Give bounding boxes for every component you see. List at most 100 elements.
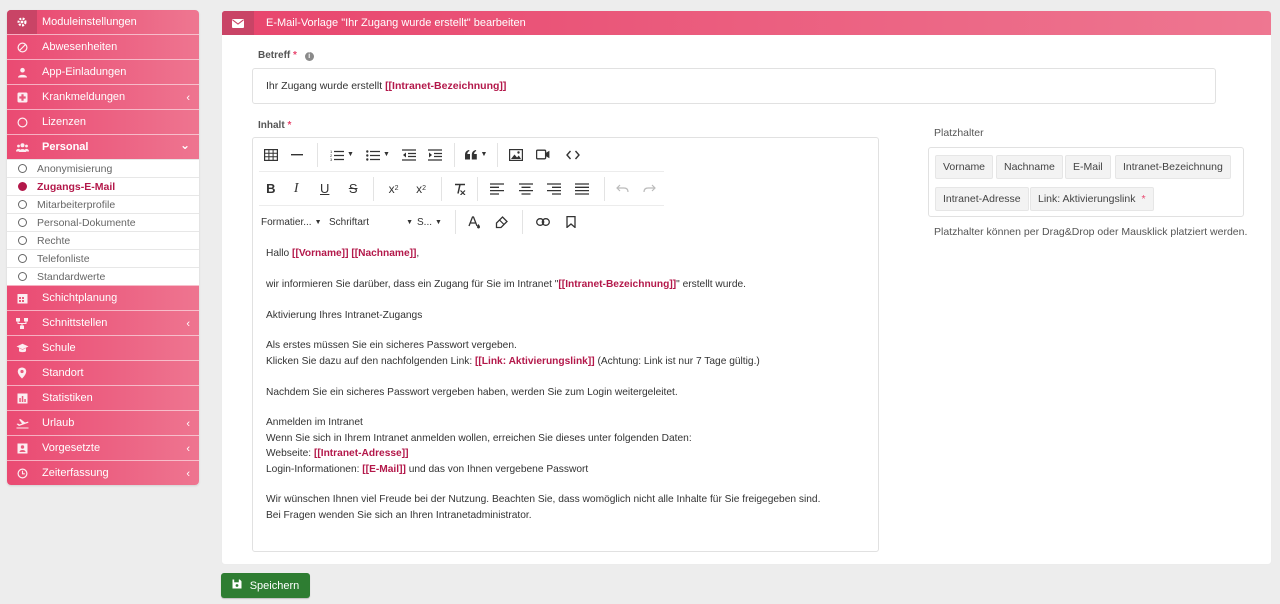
sidebar-item-label: Schule [42,342,76,354]
sidebar-item-label: Zeiterfassung [42,467,109,479]
source-code-icon[interactable] [558,143,588,167]
link-icon[interactable] [529,210,557,234]
superscript-icon[interactable]: x2 [407,177,434,201]
italic-icon[interactable]: I [283,177,310,201]
content-label: Inhalt * [258,120,291,131]
sidebar-item-personal[interactable]: Personal ⌄ [7,134,199,159]
sidebar-header-label: Moduleinstellungen [42,16,137,28]
font-dropdown[interactable]: Schriftart ▼ [325,210,417,234]
sidebar-item-schnittstellen[interactable]: Schnittstellen ‹ [7,310,199,335]
sidebar-item-label: Schnittstellen [42,317,108,329]
user-icon [7,67,37,78]
sidebar-subitem-label: Telefonliste [37,252,90,265]
format-dropdown[interactable]: Formatier... ▼ [259,210,325,234]
placeholder-chip-link-aktivierungslink[interactable]: Link: Aktivierungslink * [1030,187,1154,211]
chevron-left-icon: ‹ [186,443,190,455]
chevron-left-icon: ‹ [186,418,190,430]
text-color-icon[interactable] [462,210,486,234]
highlight-icon[interactable] [486,210,516,234]
chevron-left-icon: ‹ [186,318,190,330]
plane-icon [7,418,37,429]
indent-icon[interactable] [422,143,448,167]
rich-text-editor[interactable]: 123 ▼ ▼ ▼ B I U S x 2 x 2 Formatier... ▼… [252,137,879,552]
graduation-icon [7,343,37,354]
sidebar-subitem-rechte[interactable]: Rechte [7,231,199,249]
image-icon[interactable] [504,143,528,167]
horizontal-line-icon[interactable] [283,143,311,167]
sidebar-item-abwesenheiten[interactable]: Abwesenheiten [7,34,199,59]
numbered-list-icon[interactable]: 123 ▼ [324,143,360,167]
bold-icon[interactable]: B [259,177,283,201]
sidebar-item-statistiken[interactable]: Statistiken [7,385,199,410]
placeholder-chip-intranet-bezeichnung[interactable]: Intranet-Bezeichnung [1115,155,1231,179]
clear-format-icon[interactable] [448,177,472,201]
video-icon[interactable] [528,143,558,167]
placeholders-title: Platzhalter [934,127,984,139]
subject-label-text: Betreff [258,50,291,61]
info-icon[interactable]: i [304,52,314,61]
subject-input[interactable]: Ihr Zugang wurde erstellt [[Intranet-Bez… [252,68,1216,104]
radio-circle-icon [18,164,27,173]
placeholder-chip-intranet-adresse[interactable]: Intranet-Adresse [935,187,1029,211]
chart-icon [7,393,37,404]
sidebar-item-schule[interactable]: Schule [7,335,199,360]
font-size-dropdown-label: S... [417,216,433,228]
panel-title: E-Mail-Vorlage "Ihr Zugang wurde erstell… [266,17,526,29]
outdent-icon[interactable] [396,143,422,167]
sidebar-item-app-einladungen[interactable]: App-Einladungen [7,59,199,84]
sidebar-item-label: Standort [42,367,84,379]
font-size-dropdown[interactable]: S... ▼ [417,210,449,234]
undo-icon[interactable] [611,177,635,201]
subscript-icon[interactable]: x2 [380,177,407,201]
caret-down-icon: ▼ [480,151,488,158]
sidebar-item-label: Abwesenheiten [42,41,118,53]
sidebar-subitem-mitarbeiterprofile[interactable]: Mitarbeiterprofile [7,195,199,213]
users-icon [7,142,37,153]
sidebar-subitem-label: Zugangs-E-Mail [37,180,116,193]
intro-paragraph: wir informieren Sie darüber, dass ein Zu… [266,277,866,292]
align-right-icon[interactable] [541,177,567,201]
placeholder-token: [[Link: Aktivierungslink]] [475,355,595,367]
underline-icon[interactable]: U [310,177,339,201]
bookmark-icon[interactable] [557,210,585,234]
sidebar-subitem-anonymisierung[interactable]: Anonymisierung [7,159,199,177]
sidebar-subitem-telefonliste[interactable]: Telefonliste [7,249,199,267]
placeholder-chip-e-mail[interactable]: E-Mail [1065,155,1111,179]
gear-icon [7,10,37,34]
sidebar-item-standort[interactable]: Standort [7,360,199,385]
align-center-icon[interactable] [510,177,541,201]
placeholder-chip-vorname[interactable]: Vorname [935,155,994,179]
sidebar-item-label: Krankmeldungen [42,91,126,103]
sidebar-header[interactable]: Moduleinstellungen [7,10,199,34]
email-template-panel: E-Mail-Vorlage "Ihr Zugang wurde erstell… [221,10,1272,565]
toolbar-divider [522,210,523,234]
sidebar-subitem-standardwerte[interactable]: Standardwerte [7,267,199,285]
align-justify-icon[interactable] [567,177,598,201]
sidebar-item-schichtplanung[interactable]: Schichtplanung [7,285,199,310]
sidebar-item-lizenzen[interactable]: Lizenzen [7,109,199,134]
sidebar-subitem-zugangs-e-mail[interactable]: Zugangs-E-Mail [7,177,199,195]
editor-content[interactable]: Hallo [[Vorname]] [[Nachname]], wir info… [266,246,866,539]
save-button[interactable]: Speichern [221,573,310,598]
sidebar-item-zeiterfassung[interactable]: Zeiterfassung ‹ [7,460,199,485]
sidebar-item-krankmeldungen[interactable]: Krankmeldungen ‹ [7,84,199,109]
bullet-list-icon[interactable]: ▼ [360,143,396,167]
table-icon[interactable] [259,143,283,167]
blockquote-icon[interactable]: ▼ [461,143,491,167]
sidebar-item-label: Lizenzen [42,116,87,128]
toolbar-divider [604,176,606,201]
placeholder-chip-nachname[interactable]: Nachname [996,155,1063,179]
redo-icon[interactable] [635,177,664,201]
placeholder-token: [[Nachname]] [351,248,417,259]
sidebar-subitem-personal-dokumente[interactable]: Personal-Dokumente [7,213,199,231]
strikethrough-icon[interactable]: S [339,177,366,201]
sidebar-item-label: App-Einladungen [42,66,127,78]
sidebar-item-vorgesetzte[interactable]: Vorgesetzte ‹ [7,435,199,460]
align-left-icon[interactable] [484,177,510,201]
greeting-line: Hallo [[Vorname]] [[Nachname]], [266,246,866,261]
placeholder-token: [[E-Mail]] [362,463,406,475]
chip-label: Intranet-Adresse [943,193,1021,205]
chip-label: Vorname [943,161,986,173]
placeholders-hint: Platzhalter können per Drag&Drop oder Ma… [934,226,1248,238]
sidebar-item-urlaub[interactable]: Urlaub ‹ [7,410,199,435]
